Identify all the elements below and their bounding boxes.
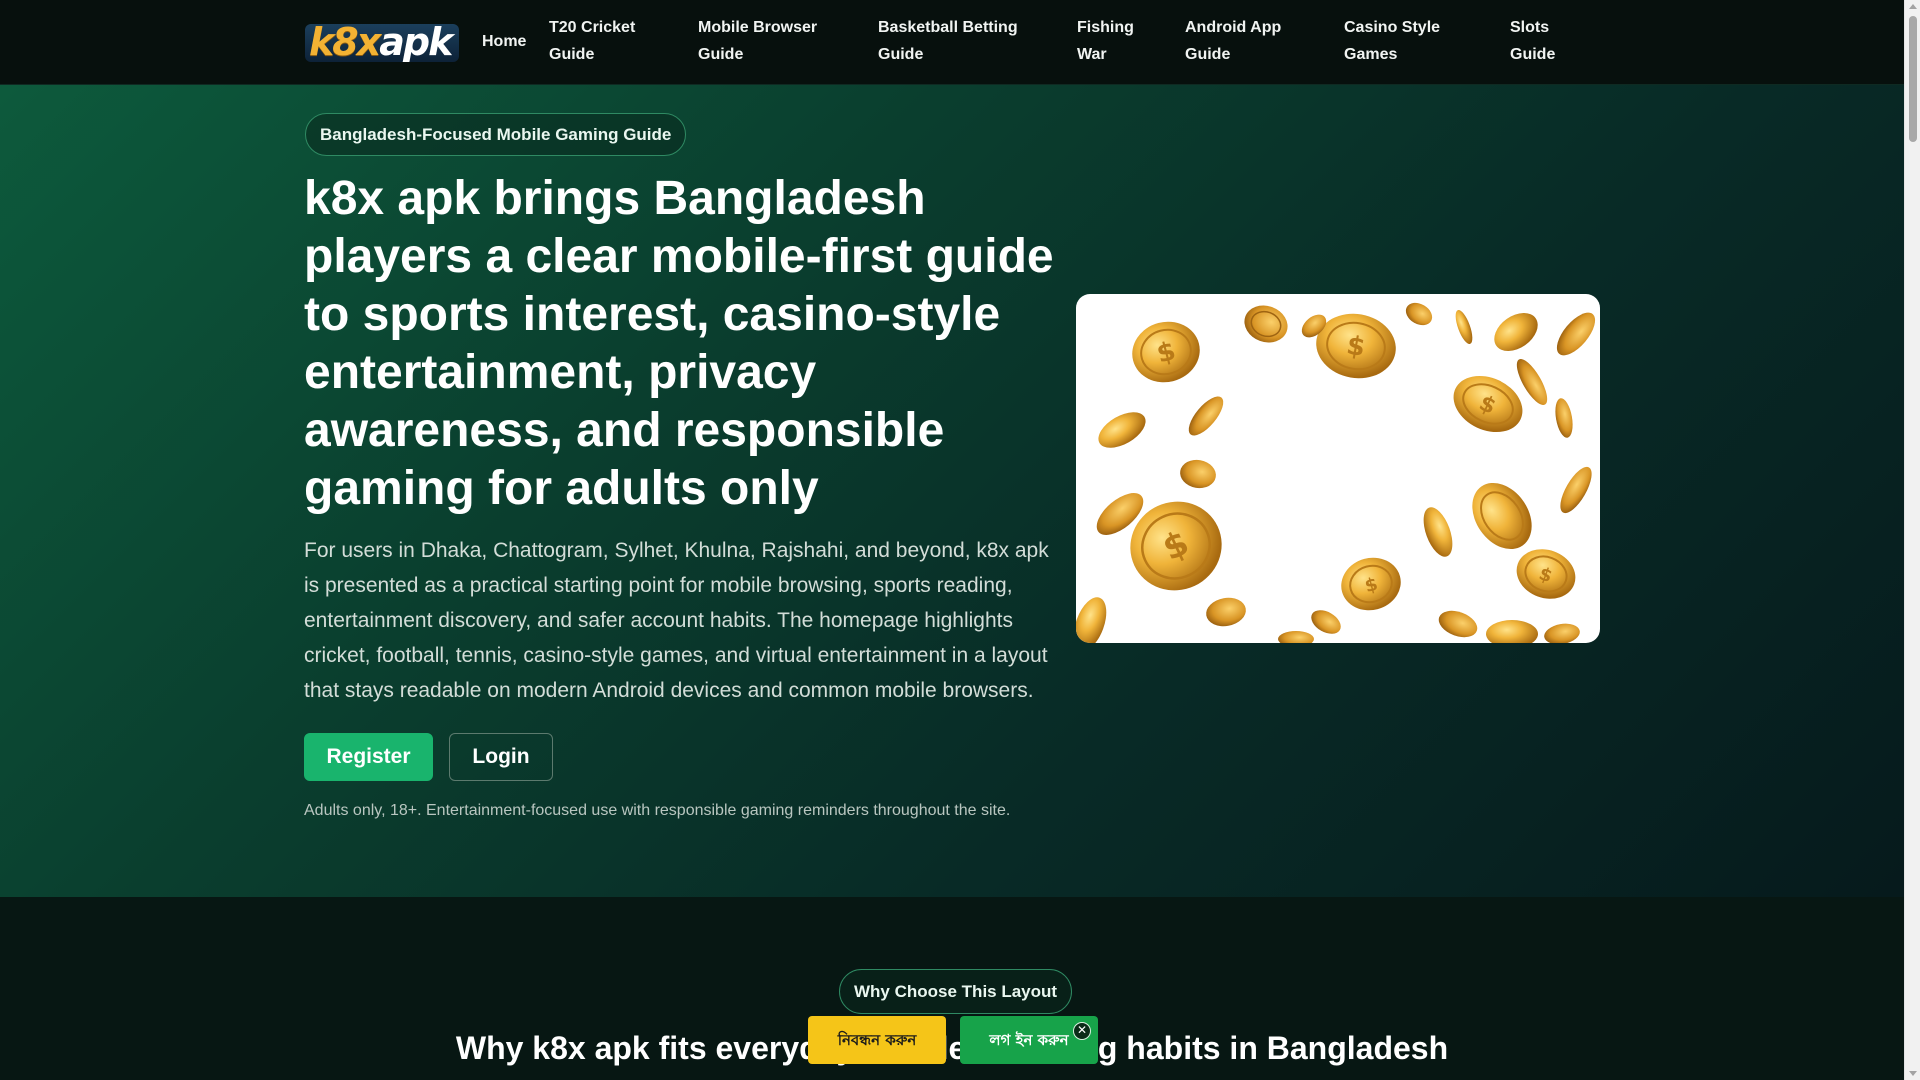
nav-item-basketball-betting-guide[interactable]: Basketball Betting Guide	[878, 14, 1038, 68]
sticky-register-button[interactable]: নিবন্ধন করুন	[808, 1016, 946, 1064]
gold-coins-illustration: $ $ $ $ $ $	[1076, 302, 1596, 643]
scroll-up-icon[interactable]	[1909, 4, 1917, 9]
site-logo[interactable]: k8xapk	[305, 24, 459, 62]
nav-item-t20-cricket-guide[interactable]: T20 Cricket Guide	[549, 14, 669, 68]
close-icon[interactable]: ✕	[1073, 1022, 1091, 1040]
hero-section: Bangladesh-Focused Mobile Gaming Guide k…	[0, 85, 1904, 897]
scroll-down-icon[interactable]	[1909, 1071, 1917, 1076]
logo-wordmark: k8xapk	[309, 24, 453, 62]
nav-item-slots-guide[interactable]: Slots Guide	[1510, 14, 1570, 68]
login-button[interactable]: Login	[449, 733, 553, 781]
age-notice: Adults only, 18+. Entertainment-focused …	[304, 802, 1011, 819]
section-title: Why k8x apk fits everyday mobile browsin…	[455, 1030, 1449, 1066]
scroll-thumb[interactable]	[1909, 16, 1917, 142]
hero-title: k8x apk brings Bangladesh players a clea…	[304, 172, 1054, 515]
section-badge: Why Choose This Layout	[839, 969, 1073, 1014]
site-header: k8xapk Home T20 Cricket Guide Mobile Bro…	[0, 0, 1904, 85]
hero-description: For users in Dhaka, Chattogram, Sylhet, …	[304, 539, 1049, 702]
hero-badge: Bangladesh-Focused Mobile Gaming Guide	[305, 113, 687, 156]
nav-item-android-app-guide[interactable]: Android App Guide	[1185, 14, 1295, 68]
nav-item-casino-style-games[interactable]: Casino Style Games	[1344, 14, 1464, 68]
register-button[interactable]: Register	[304, 733, 433, 781]
nav-item-home[interactable]: Home	[482, 28, 526, 55]
why-section: Why Choose This Layout Why k8x apk fits …	[0, 897, 1904, 1080]
page-scrollbar[interactable]	[1904, 0, 1920, 1080]
nav-item-fishing-war[interactable]: Fishing War	[1077, 14, 1157, 68]
nav-item-mobile-browser-guide[interactable]: Mobile Browser Guide	[698, 14, 828, 68]
hero-image: $ $ $ $ $ $	[1076, 294, 1600, 643]
